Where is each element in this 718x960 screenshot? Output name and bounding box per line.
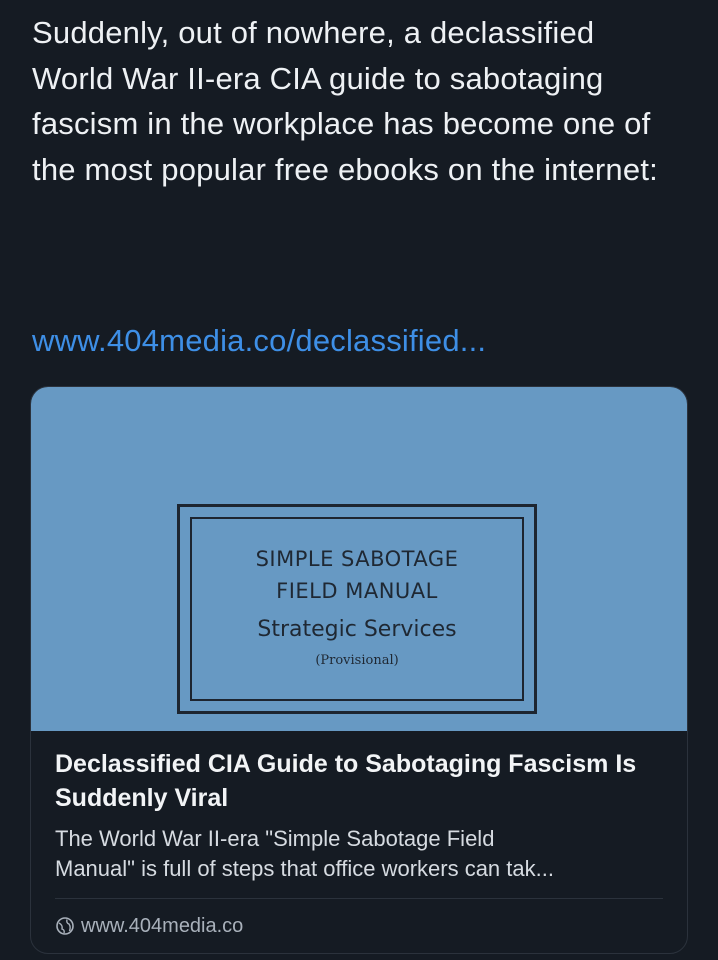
- manual-cover-frame: SIMPLE SABOTAGE FIELD MANUAL Strategic S…: [177, 504, 537, 714]
- card-description: The World War II-era "Simple Sabotage Fi…: [55, 826, 554, 881]
- manual-title: SIMPLE SABOTAGE FIELD MANUAL: [255, 547, 459, 603]
- card-domain: www.404media.co: [81, 914, 244, 937]
- manual-provisional: (Provisional): [315, 653, 399, 668]
- post-text: Suddenly, out of nowhere, a declassified…: [32, 15, 658, 187]
- card-divider: [55, 898, 663, 899]
- manual-services: Strategic Services: [257, 617, 457, 642]
- card-image: SIMPLE SABOTAGE FIELD MANUAL Strategic S…: [31, 387, 687, 731]
- post-link[interactable]: www.404media.co/declassified...: [32, 318, 486, 363]
- manual-cover-inner-frame: SIMPLE SABOTAGE FIELD MANUAL Strategic S…: [190, 517, 524, 701]
- card-body: Declassified CIA Guide to Sabotaging Fas…: [55, 747, 665, 884]
- card-title[interactable]: Declassified CIA Guide to Sabotaging Fas…: [55, 747, 665, 815]
- globe-icon: [55, 916, 75, 936]
- link-preview-card[interactable]: SIMPLE SABOTAGE FIELD MANUAL Strategic S…: [30, 386, 688, 954]
- card-footer: www.404media.co: [55, 911, 243, 941]
